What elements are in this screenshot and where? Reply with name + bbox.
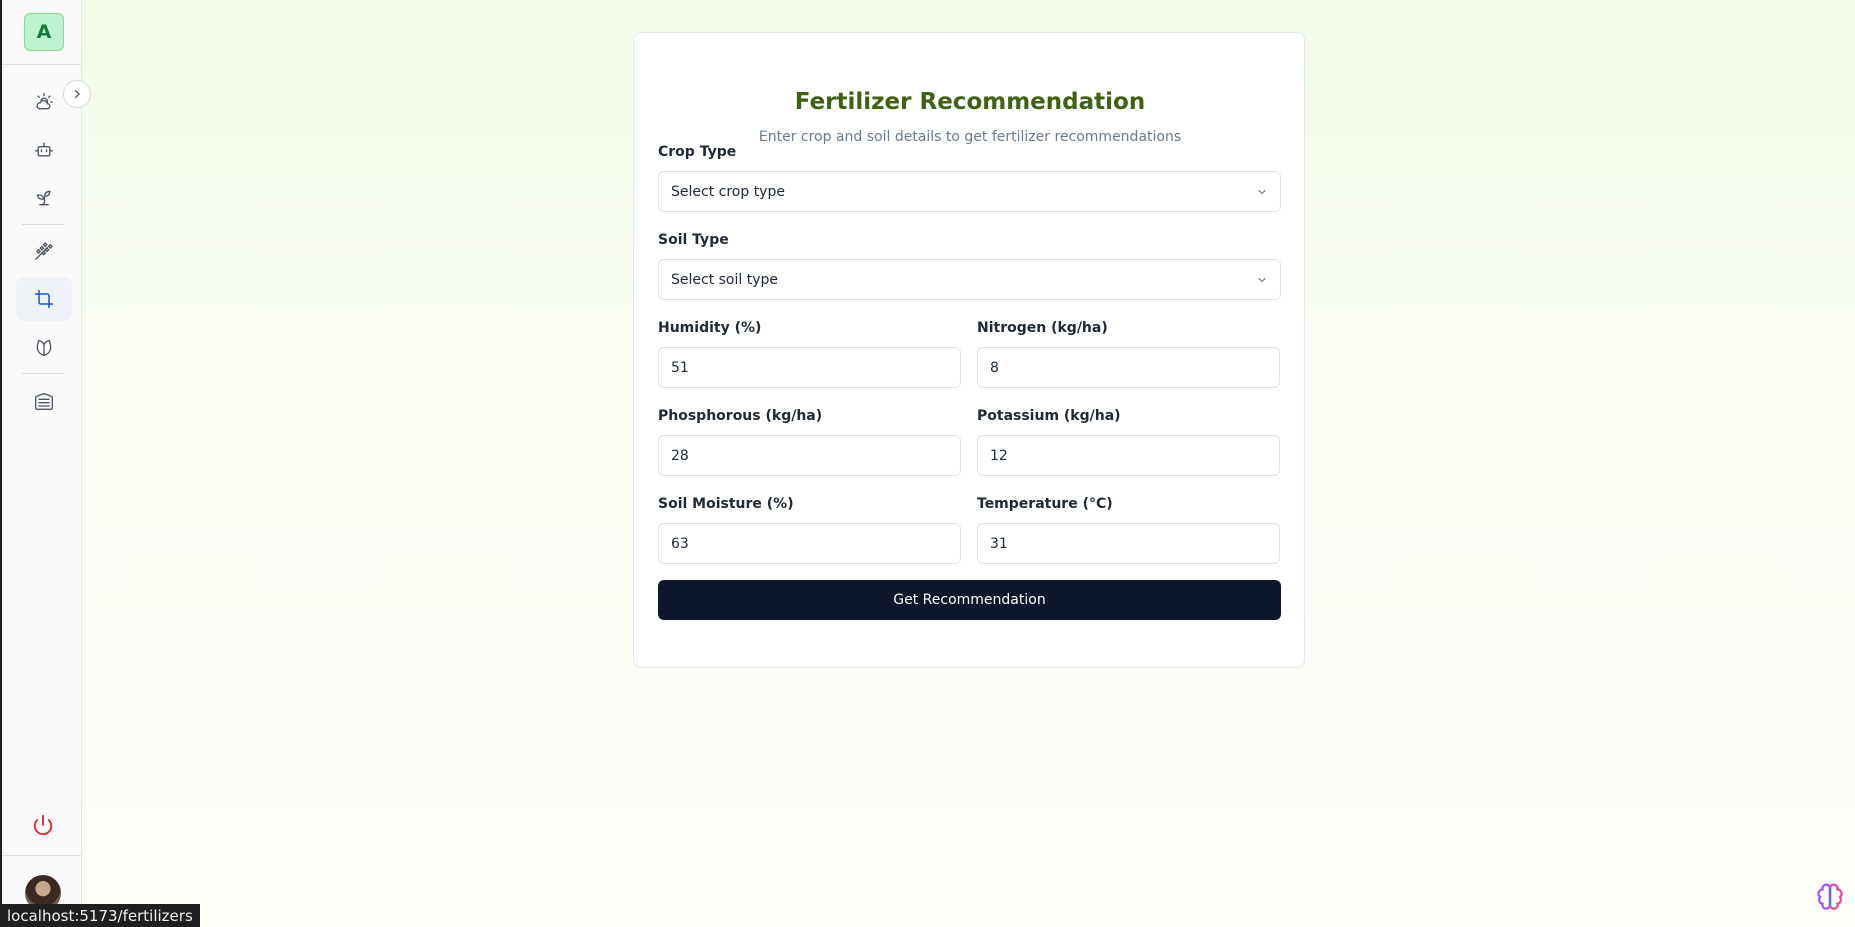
warehouse-icon[interactable] xyxy=(16,379,72,423)
humidity-input[interactable] xyxy=(658,347,961,388)
page-subtitle: Enter crop and soil details to get ferti… xyxy=(758,129,1182,145)
chevron-right-icon xyxy=(74,89,80,99)
crop-type-select-value: Select crop type xyxy=(671,183,785,200)
leaf-icon[interactable] xyxy=(16,325,72,369)
fertilizer-form-card: Fertilizer Recommendation Enter crop and… xyxy=(633,32,1305,668)
wheat-icon[interactable] xyxy=(16,229,72,273)
soil-type-select-value: Select soil type xyxy=(671,271,779,288)
chevron-down-icon xyxy=(1258,189,1266,194)
chevron-down-icon xyxy=(1258,277,1266,282)
humidity-label: Humidity (%) xyxy=(658,320,762,336)
sidebar-divider xyxy=(22,224,64,225)
app-logo-avatar[interactable]: A xyxy=(24,13,64,51)
soil-type-select[interactable]: Select soil type xyxy=(658,259,1281,300)
nitrogen-label: Nitrogen (kg/ha) xyxy=(977,320,1108,336)
phosphorous-label: Phosphorous (kg/ha) xyxy=(658,408,823,424)
nitrogen-input[interactable] xyxy=(977,347,1280,388)
brain-icon[interactable] xyxy=(1810,877,1850,917)
bot-icon[interactable] xyxy=(16,128,72,172)
soil-moisture-input[interactable] xyxy=(658,523,961,564)
crop-type-label: Crop Type xyxy=(658,144,737,160)
potassium-label: Potassium (kg/ha) xyxy=(977,408,1121,424)
crop-type-select[interactable]: Select crop type xyxy=(658,171,1281,212)
sidebar-expand-button[interactable] xyxy=(63,80,91,108)
sidebar-divider xyxy=(2,64,82,65)
temperature-label: Temperature (°C) xyxy=(977,496,1113,512)
crop-icon[interactable] xyxy=(16,277,72,321)
power-icon[interactable] xyxy=(32,814,54,840)
page-title: Fertilizer Recommendation xyxy=(794,89,1146,115)
sidebar: A xyxy=(0,0,82,927)
soil-moisture-label: Soil Moisture (%) xyxy=(658,496,794,512)
sidebar-divider xyxy=(22,373,64,374)
potassium-input[interactable] xyxy=(977,435,1280,476)
soil-type-label: Soil Type xyxy=(658,232,729,248)
phosphorous-input[interactable] xyxy=(658,435,961,476)
status-bar-url: localhost:5173/fertilizers xyxy=(0,904,200,927)
get-recommendation-button[interactable]: Get Recommendation xyxy=(658,580,1281,620)
sidebar-divider xyxy=(2,855,82,856)
temperature-input[interactable] xyxy=(977,523,1280,564)
sprout-icon[interactable] xyxy=(16,176,72,220)
